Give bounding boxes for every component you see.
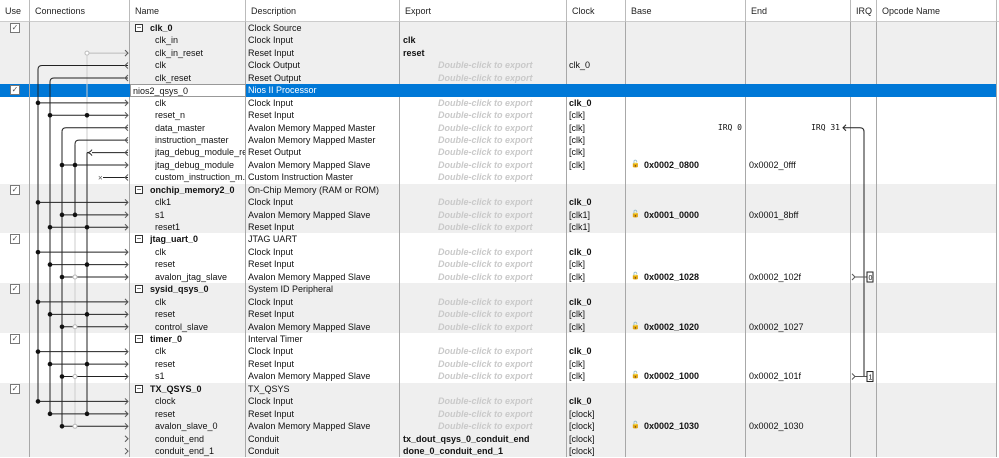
- irq-number: 1: [869, 375, 873, 382]
- connection-dot: [59, 212, 65, 218]
- irq-sender-arrow-icon: [851, 373, 867, 380]
- connection-dot: [84, 361, 90, 367]
- unconnected-point: [72, 423, 78, 429]
- unconnected-x-icon: ×: [98, 174, 103, 183]
- irq-bus: [843, 127, 865, 377]
- connection-dot: [35, 349, 41, 354]
- connection-dot: [84, 224, 90, 230]
- irq-number: 0: [869, 275, 873, 282]
- column-header-base[interactable]: Base: [626, 0, 746, 22]
- clock-bus: [37, 65, 128, 70]
- connection-dot: [59, 324, 65, 330]
- connection-dot: [84, 113, 90, 118]
- connection-dot: [47, 113, 53, 118]
- connection-dot: [72, 162, 78, 168]
- connection-dot: [47, 361, 53, 367]
- connection-dot: [59, 424, 65, 429]
- column-header-description[interactable]: Description: [246, 0, 400, 22]
- column-header-opcode-name[interactable]: Opcode Name: [877, 0, 997, 22]
- debug-reset-bus: [86, 149, 128, 156]
- column-header-clock[interactable]: Clock: [567, 0, 626, 22]
- column-header-irq[interactable]: IRQ: [851, 0, 877, 22]
- column-header-name[interactable]: Name: [130, 0, 246, 22]
- unconnected-point: [72, 324, 78, 330]
- connection-dot: [47, 224, 53, 230]
- column-header-export[interactable]: Export: [400, 0, 567, 22]
- reset-bus: [49, 77, 128, 83]
- column-header-use[interactable]: Use: [0, 0, 30, 22]
- connection-dot: [59, 274, 65, 280]
- data-master-bus: [61, 127, 128, 132]
- connection-dot: [35, 200, 41, 205]
- connections-diagram[interactable]: × 0 1: [0, 22, 999, 458]
- unconnected-point: [72, 274, 78, 280]
- connection-dot: [59, 162, 65, 168]
- input-arrow-icon: [124, 435, 129, 443]
- instruction-master-bus: [74, 139, 128, 145]
- column-header-connections[interactable]: Connections: [30, 0, 130, 22]
- connection-dot: [47, 411, 53, 417]
- connection-dot: [84, 262, 90, 267]
- connection-dot: [84, 312, 90, 317]
- input-arrow-icon: [124, 447, 129, 455]
- connection-dot: [47, 262, 53, 267]
- connection-dot: [84, 411, 90, 417]
- connection-dot: [59, 374, 65, 379]
- connection-dot: [47, 312, 53, 317]
- column-header-end[interactable]: End: [746, 0, 851, 22]
- unconnected-point: [72, 374, 78, 380]
- unconnected-point: [84, 50, 90, 56]
- connection-dot: [72, 212, 78, 218]
- irq-sender-arrow-icon: [851, 273, 867, 281]
- connection-dot: [35, 299, 41, 305]
- connection-dot: [35, 399, 41, 404]
- connection-dot: [35, 249, 41, 255]
- connection-dot: [35, 100, 41, 106]
- table-header: Use Connections Name Description Export Clock…: [0, 0, 999, 22]
